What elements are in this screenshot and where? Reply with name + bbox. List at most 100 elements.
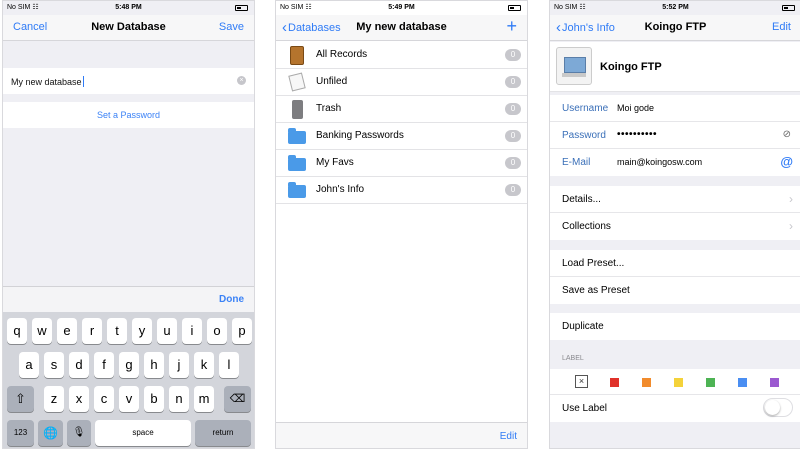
space-key[interactable]: space	[95, 420, 191, 446]
database-screen: No SIM ☷ 5:49 PM ‹Databases My new databa…	[275, 0, 528, 449]
load-preset-button[interactable]: Load Preset...	[550, 250, 800, 277]
shift-key-icon[interactable]: ⇧	[7, 386, 34, 412]
back-button[interactable]: ‹Databases	[282, 20, 341, 35]
list-item[interactable]: John's Info 0	[276, 177, 527, 204]
set-password-button[interactable]: Set a Password	[3, 102, 254, 128]
record-thumbnail-icon[interactable]	[556, 47, 592, 85]
hide-password-icon[interactable]: ⊘	[783, 129, 791, 140]
page-title: Koingo FTP	[644, 21, 707, 33]
list-item[interactable]: All Records 0	[276, 42, 527, 69]
key-y[interactable]: y	[132, 318, 152, 344]
email-value: main@koingosw.com	[617, 157, 703, 167]
key-d[interactable]: d	[69, 352, 89, 378]
label-swatch-purple[interactable]	[770, 378, 779, 387]
duplicate-button[interactable]: Duplicate	[550, 313, 800, 340]
key-f[interactable]: f	[94, 352, 114, 378]
list-item-label: Banking Passwords	[316, 130, 404, 141]
edit-button[interactable]: Edit	[772, 21, 791, 33]
folder-icon	[288, 182, 306, 198]
key-z[interactable]: z	[44, 386, 64, 412]
keyboard: q w e r t y u i o p a s d f g h j k l ⇧ …	[3, 312, 254, 448]
key-e[interactable]: e	[57, 318, 77, 344]
clock: 5:48 PM	[115, 4, 142, 11]
list-item[interactable]: My Favs 0	[276, 150, 527, 177]
use-label-label: Use Label	[562, 403, 608, 414]
label-color-picker: ×	[550, 369, 800, 395]
details-row[interactable]: Details... ›	[550, 186, 800, 213]
use-label-row: Use Label	[550, 395, 800, 422]
clear-text-icon[interactable]: ×	[237, 76, 246, 85]
collections-label: Collections	[562, 221, 611, 232]
key-a[interactable]: a	[19, 352, 39, 378]
chevron-right-icon: ›	[789, 219, 793, 233]
list-item-label: My Favs	[316, 157, 354, 168]
numbers-key[interactable]: 123	[7, 420, 34, 446]
key-k[interactable]: k	[194, 352, 214, 378]
key-h[interactable]: h	[144, 352, 164, 378]
key-o[interactable]: o	[207, 318, 227, 344]
no-label-swatch[interactable]: ×	[575, 375, 588, 388]
key-x[interactable]: x	[69, 386, 89, 412]
key-b[interactable]: b	[144, 386, 164, 412]
key-i[interactable]: i	[182, 318, 202, 344]
key-l[interactable]: l	[219, 352, 239, 378]
list-item-label: John's Info	[316, 184, 365, 195]
key-r[interactable]: r	[82, 318, 102, 344]
key-c[interactable]: c	[94, 386, 114, 412]
count-badge: 0	[505, 76, 521, 88]
list-item[interactable]: Trash 0	[276, 96, 527, 123]
key-p[interactable]: p	[232, 318, 252, 344]
microphone-key-icon[interactable]: 🎙	[67, 420, 91, 446]
label-swatch-green[interactable]	[706, 378, 715, 387]
add-icon[interactable]: +	[506, 16, 517, 37]
key-j[interactable]: j	[169, 352, 189, 378]
backspace-key-icon[interactable]: ⌫	[224, 386, 251, 412]
username-row[interactable]: Username Moi gode	[550, 95, 800, 122]
label-swatch-red[interactable]	[610, 378, 619, 387]
record-title: Koingo FTP	[600, 61, 662, 73]
back-label: Databases	[288, 22, 341, 34]
page-title: New Database	[91, 21, 166, 33]
key-s[interactable]: s	[44, 352, 64, 378]
key-q[interactable]: q	[7, 318, 27, 344]
key-v[interactable]: v	[119, 386, 139, 412]
list-item[interactable]: Unfiled 0	[276, 69, 527, 96]
key-t[interactable]: t	[107, 318, 127, 344]
count-badge: 0	[505, 184, 521, 196]
use-label-toggle[interactable]	[763, 398, 793, 417]
new-database-screen: No SIM ☷ 5:48 PM Cancel New Database Save…	[2, 0, 255, 449]
edit-button[interactable]: Edit	[500, 431, 517, 442]
load-preset-label: Load Preset...	[562, 258, 625, 269]
globe-key-icon[interactable]: 🌐	[38, 420, 63, 446]
key-g[interactable]: g	[119, 352, 139, 378]
key-m[interactable]: m	[194, 386, 214, 412]
list-item[interactable]: Banking Passwords 0	[276, 123, 527, 150]
key-w[interactable]: w	[32, 318, 52, 344]
label-swatch-blue[interactable]	[738, 378, 747, 387]
key-n[interactable]: n	[169, 386, 189, 412]
battery-icon	[235, 5, 248, 11]
save-button[interactable]: Save	[219, 21, 244, 33]
bottom-toolbar: Edit	[276, 422, 527, 448]
record-detail-screen: No SIM ☷ 5:52 PM ‹John's Info Koingo FTP …	[549, 0, 800, 449]
collection-list: All Records 0 Unfiled 0 Trash 0 Banking …	[276, 42, 527, 204]
label-swatch-yellow[interactable]	[674, 378, 683, 387]
save-preset-label: Save as Preset	[562, 285, 630, 296]
key-u[interactable]: u	[157, 318, 177, 344]
done-button[interactable]: Done	[219, 294, 244, 305]
password-row[interactable]: Password •••••••••• ⊘	[550, 122, 800, 149]
save-preset-button[interactable]: Save as Preset	[550, 277, 800, 304]
database-name-field[interactable]: My new database ×	[3, 68, 254, 94]
nav-bar: ‹John's Info Koingo FTP Edit	[550, 15, 800, 41]
compose-email-icon[interactable]: @	[780, 154, 793, 169]
count-badge: 0	[505, 103, 521, 115]
label-section-header: LABEL	[562, 355, 584, 362]
return-key[interactable]: return	[195, 420, 251, 446]
email-row[interactable]: E-Mail main@koingosw.com @	[550, 149, 800, 176]
list-item-label: Unfiled	[316, 76, 348, 87]
preset-group: Load Preset... Save as Preset	[550, 250, 800, 304]
collections-row[interactable]: Collections ›	[550, 213, 800, 240]
label-swatch-orange[interactable]	[642, 378, 651, 387]
details-label: Details...	[562, 194, 601, 205]
password-label: Password	[562, 130, 606, 141]
